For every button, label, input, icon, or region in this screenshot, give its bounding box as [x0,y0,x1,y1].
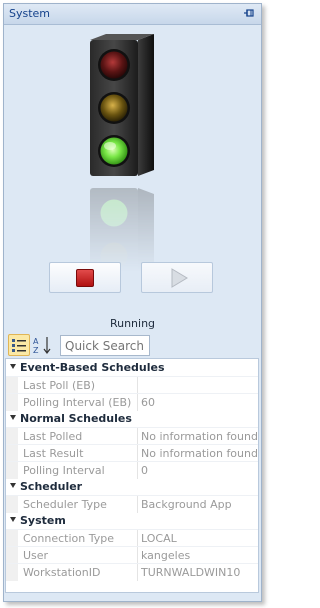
quick-search-input[interactable] [60,335,150,356]
property-value[interactable]: No information found. [141,428,258,445]
category-scheduler[interactable]: Scheduler [6,478,258,495]
svg-text:Z: Z [33,346,39,355]
property-name: Polling Interval [23,464,105,477]
property-row[interactable]: Last Poll (EB) [6,376,258,394]
categorized-view-icon[interactable] [8,334,30,356]
property-name: WorkstationID [23,566,101,579]
property-value[interactable]: No information found. [141,445,258,462]
property-row[interactable]: Polling Interval (EB) 60 [6,393,258,411]
property-row[interactable]: User kangeles [6,546,258,564]
collapse-arrow-icon[interactable] [10,517,16,522]
category-label: System [20,514,66,527]
svg-text:A: A [33,337,39,346]
collapse-arrow-icon[interactable] [10,364,16,369]
property-row[interactable]: Polling Interval 0 [6,461,258,479]
property-row[interactable]: Last Result No information found. [6,444,258,462]
traffic-light-image [90,34,154,176]
pin-icon[interactable] [243,8,255,20]
property-name: User [23,549,49,562]
property-value[interactable]: LOCAL [141,530,258,547]
property-name: Connection Type [23,532,115,545]
property-name: Scheduler Type [23,498,107,511]
traffic-light-reflection [72,182,168,272]
category-label: Event-Based Schedules [20,361,165,374]
property-toolbar: A Z [4,331,261,359]
status-label: Running [109,317,156,330]
property-name: Last Poll (EB) [23,379,96,392]
property-value[interactable]: 60 [141,394,258,411]
category-event-based-schedules[interactable]: Event-Based Schedules [6,359,258,376]
stop-button[interactable] [49,262,121,293]
panel-title: System [9,7,51,20]
play-icon [169,268,189,288]
property-value[interactable]: Background App [141,496,258,513]
category-normal-schedules[interactable]: Normal Schedules [6,410,258,427]
category-label: Normal Schedules [20,412,132,425]
property-row[interactable]: Connection Type LOCAL [6,529,258,547]
property-value[interactable]: 0 [141,462,258,479]
property-row[interactable]: WorkstationID TURNWALDWIN10 [6,563,258,581]
system-panel: System Running A Z Quick Search Event-Ba… [3,3,262,602]
sort-alphabetical-icon[interactable]: A Z [32,334,54,356]
category-system[interactable]: System [6,512,258,529]
panel-titlebar: System [4,4,261,25]
property-name: Polling Interval (EB) [23,396,132,409]
property-value[interactable]: TURNWALDWIN10 [141,564,258,581]
stop-icon [76,269,94,287]
play-button[interactable] [141,262,213,293]
property-grid: Event-Based Schedules Last Poll (EB) Pol… [5,358,259,593]
property-name: Last Polled [23,430,83,443]
property-row[interactable]: Last Polled No information found. [6,427,258,445]
property-value[interactable]: kangeles [141,547,258,564]
collapse-arrow-icon[interactable] [10,415,16,420]
traffic-light-icon [72,32,168,272]
category-label: Scheduler [20,480,83,493]
collapse-arrow-icon[interactable] [10,483,16,488]
property-name: Last Result [23,447,84,460]
property-row[interactable]: Scheduler Type Background App [6,495,258,513]
